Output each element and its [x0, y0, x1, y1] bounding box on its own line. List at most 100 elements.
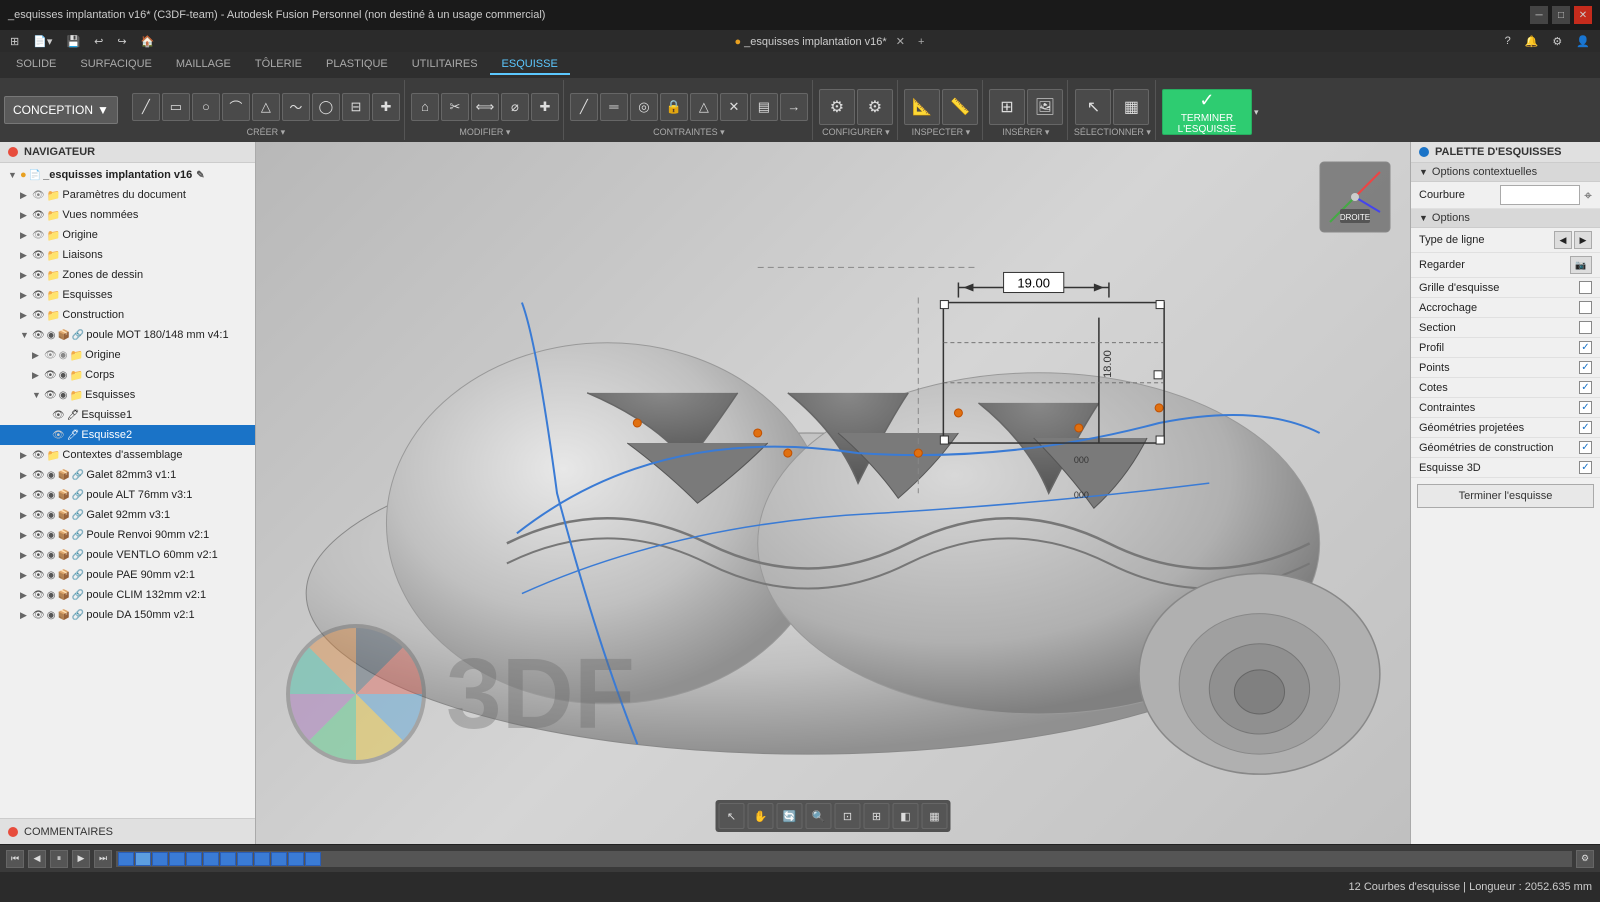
vp-grid-btn[interactable]: ⊞ [864, 803, 890, 829]
tool-midpoint[interactable]: △ [690, 93, 718, 121]
menu-user[interactable]: 👤 [1570, 33, 1596, 50]
tool-fix[interactable]: ✕ [720, 93, 748, 121]
menu-help[interactable]: ? [1499, 33, 1517, 49]
tool-fillet[interactable]: ⌂ [411, 93, 439, 121]
regarder-btn[interactable]: 📷 [1570, 256, 1592, 274]
close-button[interactable]: ✕ [1574, 6, 1592, 24]
menu-item-undo[interactable]: ↩ [88, 33, 109, 50]
tree-item-galet82[interactable]: ▶ 👁 ◉ 📦 🔗 Galet 82mm3 v1:1 [0, 465, 255, 485]
menu-notifications[interactable]: 🔔 [1519, 33, 1545, 50]
tool-analyze[interactable]: 📏 [942, 89, 978, 125]
tree-item-zones[interactable]: ▶ 👁 📁 Zones de dessin [0, 265, 255, 285]
tree-item-origine2[interactable]: ▶ 👁 ◉ 📁 Origine [0, 345, 255, 365]
tl-marker-2[interactable] [135, 852, 151, 866]
tl-marker-6[interactable] [203, 852, 219, 866]
vp-zoom-btn[interactable]: 🔍 [806, 803, 832, 829]
tool-extend[interactable]: ⟺ [471, 93, 499, 121]
menu-item-grid[interactable]: ⊞ [4, 33, 25, 50]
esquisse-3d-checkbox[interactable] [1579, 461, 1592, 474]
new-tab-icon[interactable]: + [918, 36, 924, 48]
menu-settings[interactable]: ⚙ [1546, 33, 1568, 50]
tree-item-poule-renvoi[interactable]: ▶ 👁 ◉ 📦 🔗 Poule Renvoi 90mm v2:1 [0, 525, 255, 545]
geo-projetees-checkbox[interactable] [1579, 421, 1592, 434]
vp-orbit-btn[interactable]: 🔄 [777, 803, 803, 829]
gizmo[interactable]: DROITE [1315, 157, 1395, 237]
tool-concentric[interactable]: ◎ [630, 93, 658, 121]
tool-select1[interactable]: ↖ [1075, 89, 1111, 125]
tree-area[interactable]: ▼ ● 📄 _esquisses implantation v16 ✎ ▶ 👁 … [0, 163, 255, 818]
tool-insert1[interactable]: ⊞ [989, 89, 1025, 125]
tl-marker-12[interactable] [305, 852, 321, 866]
tool-measure[interactable]: 📐 [904, 89, 940, 125]
tree-item-poule-da[interactable]: ▶ 👁 ◉ 📦 🔗 poule DA 150mm v2:1 [0, 605, 255, 625]
tl-marker-10[interactable] [271, 852, 287, 866]
tool-line[interactable]: ╱ [132, 93, 160, 121]
options-contextuelles-header[interactable]: ▼ Options contextuelles [1411, 163, 1600, 182]
module-tab-surfacique[interactable]: SURFACIQUE [68, 55, 164, 75]
grille-checkbox[interactable] [1579, 281, 1592, 294]
tool-circle[interactable]: ○ [192, 93, 220, 121]
viewport[interactable]: 19.00 18.00 000 [256, 142, 1410, 844]
tool-polygon[interactable]: △ [252, 93, 280, 121]
tl-marker-7[interactable] [220, 852, 236, 866]
tree-item-esquisses2[interactable]: ▼ 👁 ◉ 📁 Esquisses [0, 385, 255, 405]
tl-pause-btn[interactable]: ⏸ [50, 850, 68, 868]
tree-item-root[interactable]: ▼ ● 📄 _esquisses implantation v16 ✎ [0, 165, 255, 185]
tree-item-poule-ventlo[interactable]: ▶ 👁 ◉ 📦 🔗 poule VENTLO 60mm v2:1 [0, 545, 255, 565]
vp-section-btn[interactable]: ▦ [922, 803, 948, 829]
tree-item-liaisons[interactable]: ▶ 👁 📁 Liaisons [0, 245, 255, 265]
tree-item-esquisse2[interactable]: 👁 🖊 Esquisse2 [0, 425, 255, 445]
tl-marker-11[interactable] [288, 852, 304, 866]
tab-close-icon[interactable]: ✕ [896, 36, 905, 48]
accrochage-checkbox[interactable] [1579, 301, 1592, 314]
tree-item-galet92[interactable]: ▶ 👁 ◉ 📦 🔗 Galet 92mm v3:1 [0, 505, 255, 525]
tool-lock[interactable]: 🔒 [660, 93, 688, 121]
tl-marker-3[interactable] [152, 852, 168, 866]
tool-insert2[interactable]: 🖼 [1027, 89, 1063, 125]
module-tab-maillage[interactable]: MAILLAGE [164, 55, 243, 75]
tl-marker-5[interactable] [186, 852, 202, 866]
tool-collinear[interactable]: ═ [600, 93, 628, 121]
minimize-button[interactable]: ─ [1530, 6, 1548, 24]
tool-point[interactable]: ✚ [372, 93, 400, 121]
menu-item-redo[interactable]: ↪ [111, 33, 132, 50]
tool-arc[interactable]: ⌒ [222, 93, 250, 121]
tool-configure2[interactable]: ⚙ [857, 89, 893, 125]
comments-section[interactable]: COMMENTAIRES [0, 818, 255, 844]
module-tab-solide[interactable]: SOLIDE [4, 55, 68, 75]
module-tab-utilitaires[interactable]: UTILITAIRES [400, 55, 490, 75]
vp-display-btn[interactable]: ◧ [893, 803, 919, 829]
tree-item-esquisse1[interactable]: 👁 🖊 Esquisse1 [0, 405, 255, 425]
tl-prev-btn[interactable]: ⏮ [6, 850, 24, 868]
tree-item-origine[interactable]: ▶ 👁 📁 Origine [0, 225, 255, 245]
vp-select-btn[interactable]: ↖ [719, 803, 745, 829]
module-tab-esquisse[interactable]: ESQUISSE [490, 55, 570, 75]
tl-play-btn[interactable]: ▶ [72, 850, 90, 868]
terminer-arrow[interactable]: ▾ [1254, 107, 1259, 118]
cotes-checkbox[interactable] [1579, 381, 1592, 394]
tool-trim[interactable]: ✂ [441, 93, 469, 121]
tl-marker-9[interactable] [254, 852, 270, 866]
tl-marker-1[interactable] [118, 852, 134, 866]
tool-select2[interactable]: ▦ [1113, 89, 1149, 125]
vp-pan-btn[interactable]: ✋ [748, 803, 774, 829]
profil-checkbox[interactable] [1579, 341, 1592, 354]
tool-symmetry[interactable]: → [780, 93, 808, 121]
module-tab-tolerie[interactable]: TÔLERIE [243, 55, 314, 75]
tree-item-params[interactable]: ▶ 👁 📁 Paramètres du document [0, 185, 255, 205]
tree-item-corps[interactable]: ▶ 👁 ◉ 📁 Corps [0, 365, 255, 385]
tree-item-poule-alt[interactable]: ▶ 👁 ◉ 📦 🔗 poule ALT 76mm v3:1 [0, 485, 255, 505]
tree-item-vues[interactable]: ▶ 👁 📁 Vues nommées [0, 205, 255, 225]
tl-marker-4[interactable] [169, 852, 185, 866]
points-checkbox[interactable] [1579, 361, 1592, 374]
contraintes-checkbox[interactable] [1579, 401, 1592, 414]
section-checkbox[interactable] [1579, 321, 1592, 334]
tree-item-esquisses-root[interactable]: ▶ 👁 📁 Esquisses [0, 285, 255, 305]
timeline-track[interactable] [116, 851, 1572, 867]
geo-construction-checkbox[interactable] [1579, 441, 1592, 454]
options-header[interactable]: ▼ Options [1411, 209, 1600, 228]
tree-item-poule-mot[interactable]: ▼ 👁 ◉ 📦 🔗 poule MOT 180/148 mm v4:1 [0, 325, 255, 345]
tree-item-construction[interactable]: ▶ 👁 📁 Construction [0, 305, 255, 325]
menu-item-home[interactable]: 🏠 [135, 33, 161, 50]
tool-configure1[interactable]: ⚙ [819, 89, 855, 125]
